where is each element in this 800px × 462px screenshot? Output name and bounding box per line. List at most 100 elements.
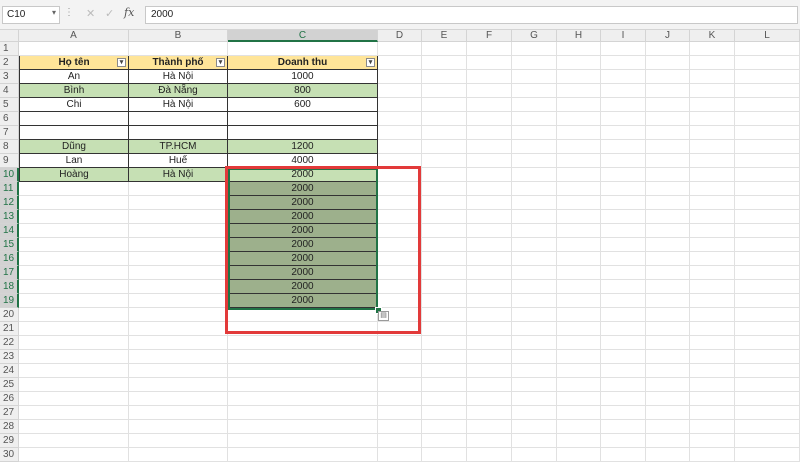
cell-f5[interactable] (467, 98, 512, 112)
cell-h23[interactable] (557, 350, 601, 364)
cell-i20[interactable] (601, 308, 646, 322)
cell-h12[interactable] (557, 196, 601, 210)
cell-l9[interactable] (735, 154, 800, 168)
cell-j15[interactable] (646, 238, 690, 252)
cell-c23[interactable] (228, 350, 378, 364)
cell-k13[interactable] (690, 210, 735, 224)
cell-k12[interactable] (690, 196, 735, 210)
cell-h15[interactable] (557, 238, 601, 252)
cell-g11[interactable] (512, 182, 557, 196)
cell-c25[interactable] (228, 378, 378, 392)
cell-c26[interactable] (228, 392, 378, 406)
cell-i24[interactable] (601, 364, 646, 378)
cell-i21[interactable] (601, 322, 646, 336)
cell-f19[interactable] (467, 294, 512, 308)
row-header-19[interactable]: 19 (0, 294, 19, 308)
cell-d28[interactable] (378, 420, 422, 434)
cell-f26[interactable] (467, 392, 512, 406)
cell-k5[interactable] (690, 98, 735, 112)
cell-b1[interactable] (129, 42, 228, 56)
cell-d1[interactable] (378, 42, 422, 56)
cell-c28[interactable] (228, 420, 378, 434)
cell-a4[interactable]: Bình (19, 84, 129, 98)
column-header-d[interactable]: D (378, 30, 422, 42)
cell-f24[interactable] (467, 364, 512, 378)
cell-j19[interactable] (646, 294, 690, 308)
cell-e17[interactable] (422, 266, 467, 280)
cell-g17[interactable] (512, 266, 557, 280)
cell-k14[interactable] (690, 224, 735, 238)
cell-d25[interactable] (378, 378, 422, 392)
cell-d24[interactable] (378, 364, 422, 378)
row-header-10[interactable]: 10 (0, 168, 19, 182)
cell-b20[interactable] (129, 308, 228, 322)
cell-l16[interactable] (735, 252, 800, 266)
cell-j13[interactable] (646, 210, 690, 224)
cell-i10[interactable] (601, 168, 646, 182)
cell-b29[interactable] (129, 434, 228, 448)
cell-e18[interactable] (422, 280, 467, 294)
cell-a19[interactable] (19, 294, 129, 308)
cell-g5[interactable] (512, 98, 557, 112)
cell-b27[interactable] (129, 406, 228, 420)
row-header-8[interactable]: 8 (0, 140, 19, 154)
cell-l11[interactable] (735, 182, 800, 196)
cell-d5[interactable] (378, 98, 422, 112)
row-header-22[interactable]: 22 (0, 336, 19, 350)
cell-f8[interactable] (467, 140, 512, 154)
cell-e21[interactable] (422, 322, 467, 336)
cell-k25[interactable] (690, 378, 735, 392)
cell-k21[interactable] (690, 322, 735, 336)
cell-i3[interactable] (601, 70, 646, 84)
row-header-13[interactable]: 13 (0, 210, 19, 224)
cell-a2[interactable]: Họ tên ▾ (19, 56, 129, 70)
cell-b2[interactable]: Thành phố ▾ (129, 56, 228, 70)
cell-i30[interactable] (601, 448, 646, 462)
cell-g20[interactable] (512, 308, 557, 322)
cell-j30[interactable] (646, 448, 690, 462)
filter-dropdown-icon[interactable]: ▾ (117, 58, 126, 67)
row-header-17[interactable]: 17 (0, 266, 19, 280)
row-header-5[interactable]: 5 (0, 98, 19, 112)
cell-j9[interactable] (646, 154, 690, 168)
cell-e10[interactable] (422, 168, 467, 182)
cell-h16[interactable] (557, 252, 601, 266)
row-header-30[interactable]: 30 (0, 448, 19, 462)
cell-a11[interactable] (19, 182, 129, 196)
cell-k23[interactable] (690, 350, 735, 364)
cell-l29[interactable] (735, 434, 800, 448)
column-header-l[interactable]: L (735, 30, 800, 42)
cell-i6[interactable] (601, 112, 646, 126)
cell-h11[interactable] (557, 182, 601, 196)
cell-c7[interactable] (228, 126, 378, 140)
cell-j22[interactable] (646, 336, 690, 350)
cell-d22[interactable] (378, 336, 422, 350)
cell-f12[interactable] (467, 196, 512, 210)
cell-b15[interactable] (129, 238, 228, 252)
cell-i4[interactable] (601, 84, 646, 98)
cell-a22[interactable] (19, 336, 129, 350)
cell-i12[interactable] (601, 196, 646, 210)
cell-a14[interactable] (19, 224, 129, 238)
close-icon[interactable]: ✕ (86, 7, 95, 20)
cell-h21[interactable] (557, 322, 601, 336)
row-header-27[interactable]: 27 (0, 406, 19, 420)
cell-c6[interactable] (228, 112, 378, 126)
cell-b10[interactable]: Hà Nội (129, 168, 228, 182)
cell-e4[interactable] (422, 84, 467, 98)
cell-k10[interactable] (690, 168, 735, 182)
cell-g7[interactable] (512, 126, 557, 140)
cell-k20[interactable] (690, 308, 735, 322)
cell-h1[interactable] (557, 42, 601, 56)
cell-l8[interactable] (735, 140, 800, 154)
cell-a26[interactable] (19, 392, 129, 406)
cell-d6[interactable] (378, 112, 422, 126)
cell-c8[interactable]: 1200 (228, 140, 378, 154)
cell-g6[interactable] (512, 112, 557, 126)
cell-a18[interactable] (19, 280, 129, 294)
cell-k9[interactable] (690, 154, 735, 168)
cell-a24[interactable] (19, 364, 129, 378)
cell-g19[interactable] (512, 294, 557, 308)
cell-a23[interactable] (19, 350, 129, 364)
cell-l7[interactable] (735, 126, 800, 140)
